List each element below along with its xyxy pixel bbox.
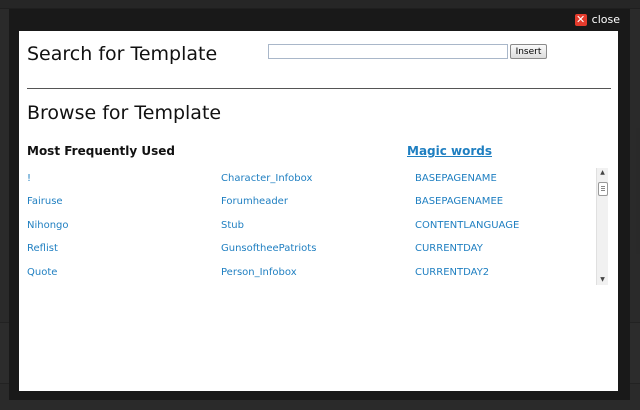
- template-search-input[interactable]: [268, 44, 508, 59]
- section-divider: [27, 88, 611, 89]
- close-label: close: [591, 13, 620, 26]
- template-link[interactable]: GunsoftheePatriots: [221, 243, 316, 266]
- close-button[interactable]: ✕ close: [574, 12, 620, 26]
- frequent-templates-column-1: ! Fairuse Nihongo Reflist Quote: [27, 173, 69, 290]
- template-link[interactable]: Quote: [27, 267, 69, 290]
- search-heading: Search for Template: [27, 43, 218, 65]
- magic-word-link[interactable]: CONTENTLANGUAGE: [415, 220, 519, 243]
- magic-words-scrollbar[interactable]: ▲ ▼: [596, 168, 608, 285]
- most-frequent-heading: Most Frequently Used: [27, 144, 176, 158]
- magic-word-link[interactable]: CURRENTDAY: [415, 243, 519, 266]
- template-link[interactable]: Reflist: [27, 243, 69, 266]
- template-link[interactable]: !: [27, 173, 69, 196]
- template-link[interactable]: Forumheader: [221, 196, 316, 219]
- template-link[interactable]: Character_Infobox: [221, 173, 316, 196]
- scroll-down-arrow-icon[interactable]: ▼: [597, 275, 608, 285]
- template-link[interactable]: Person_Infobox: [221, 267, 316, 290]
- magic-words-list: BASEPAGENAME BASEPAGENAMEE CONTENTLANGUA…: [415, 173, 519, 290]
- browse-heading: Browse for Template: [27, 102, 222, 124]
- magic-word-link[interactable]: CURRENTDAY2: [415, 267, 519, 290]
- modal-content-panel: Search for Template Insert Browse for Te…: [19, 31, 618, 391]
- magic-word-link[interactable]: BASEPAGENAME: [415, 173, 519, 196]
- magic-word-link[interactable]: BASEPAGENAMEE: [415, 196, 519, 219]
- insert-button[interactable]: Insert: [510, 44, 547, 59]
- template-modal: ✕ close Search for Template Insert Brows…: [9, 9, 630, 400]
- magic-words-link[interactable]: Magic words: [407, 144, 492, 158]
- template-link[interactable]: Fairuse: [27, 196, 69, 219]
- frequent-templates-column-2: Character_Infobox Forumheader Stub Gunso…: [221, 173, 316, 290]
- scroll-thumb[interactable]: [598, 182, 608, 196]
- template-link[interactable]: Nihongo: [27, 220, 69, 243]
- close-icon: ✕: [574, 12, 587, 26]
- scroll-up-arrow-icon[interactable]: ▲: [597, 168, 608, 178]
- template-link[interactable]: Stub: [221, 220, 316, 243]
